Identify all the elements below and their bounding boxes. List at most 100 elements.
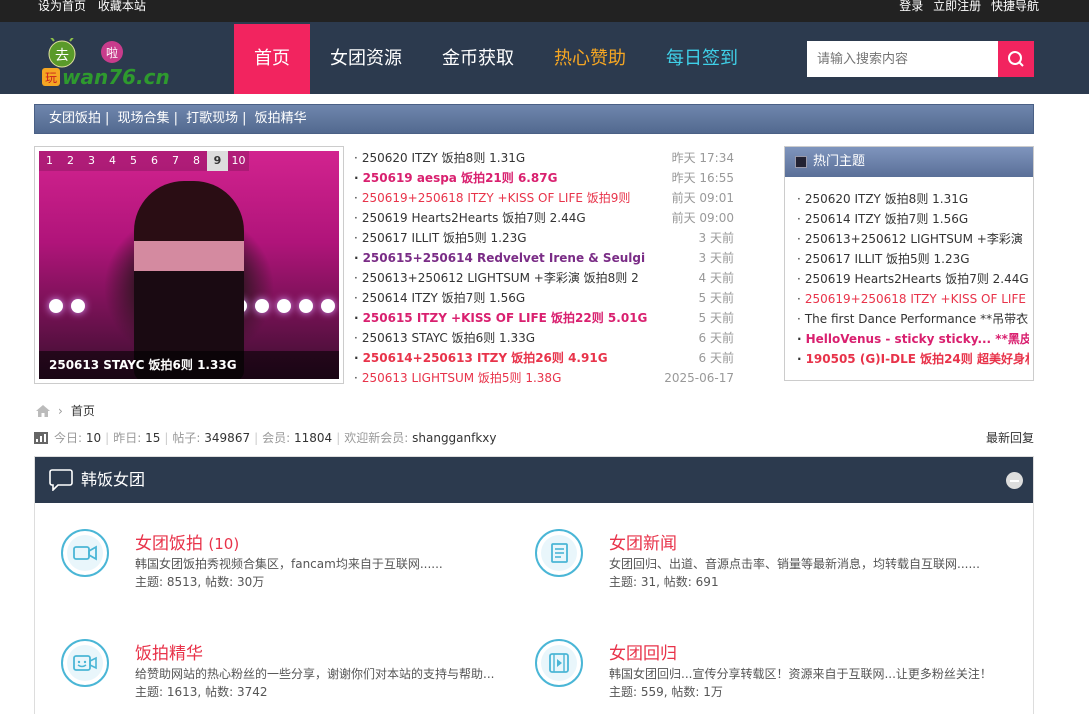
search-icon (1008, 51, 1024, 67)
search-button[interactable] (998, 41, 1034, 77)
slider-page-1[interactable]: 1 (39, 151, 60, 171)
subnav-item-fancam-best[interactable]: 饭拍精华 (255, 111, 307, 126)
board-icon-ring[interactable] (535, 639, 583, 687)
board-icon-ring[interactable] (61, 529, 109, 577)
slider-pagination: 1 2 3 4 5 6 7 8 9 10 (39, 151, 249, 171)
hot-topic-link[interactable]: The first Dance Performance **吊带衣 (797, 309, 1029, 329)
search-box (807, 41, 1034, 77)
hot-topics-icon (795, 156, 807, 168)
forum-section-title: 韩饭女团 (81, 470, 146, 489)
nav-item-2[interactable]: 金币获取 (422, 24, 534, 94)
logo-char-qu: 去 (55, 48, 69, 64)
board-name[interactable]: 女团新闻 (609, 534, 677, 554)
forum-board: 女团回归 韩国女团回归...宣传分享转载区！资源来自于互联网...让更多粉丝关注… (535, 639, 992, 699)
nav-item-3[interactable]: 热心赞助 (534, 24, 646, 94)
hot-topic-link[interactable]: 250617 ILLIT 饭拍5则 1.23G (797, 249, 1029, 269)
thread-title-link[interactable]: 250613 LIGHTSUM 饭拍5则 1.38G (354, 368, 562, 388)
thread-title-link[interactable]: 250615+250614 Redvelvet Irene & Seulgi (354, 248, 646, 268)
board-name-link[interactable]: 女团新闻 (609, 529, 677, 554)
thread-title-link[interactable]: 250619+250618 ITZY +KISS OF LIFE 饭拍9则 (354, 188, 631, 208)
board-icon-ring[interactable] (61, 639, 109, 687)
slider-page-3[interactable]: 3 (81, 151, 102, 171)
stats-summary: 今日: 10 | 昨日: 15 | 帖子: 349867 | 会员: 11804 | 欢迎新会员… (34, 429, 497, 446)
quick-nav-link[interactable]: 快捷导航 (991, 0, 1039, 13)
pipe: | (164, 431, 169, 445)
login-link[interactable]: 登录 (899, 0, 923, 13)
board-name[interactable]: 女团回归 (609, 644, 677, 664)
thread-title-link[interactable]: 250617 ILLIT 饭拍5则 1.23G (354, 228, 527, 248)
hot-topic-link[interactable]: 250613+250612 LIGHTSUM +李彩演 (797, 229, 1029, 249)
thread-title-link[interactable]: 250613 STAYC 饭拍6则 1.33G (354, 328, 535, 348)
nav-item-4[interactable]: 每日签到 (646, 24, 758, 94)
set-homepage-link[interactable]: 设为首页 (38, 0, 86, 13)
board-name-link[interactable]: 饭拍精华 (135, 639, 203, 664)
thread-date: 5 天前 (698, 291, 734, 305)
board-name[interactable]: 饭拍精华 (135, 644, 203, 664)
register-link[interactable]: 立即注册 (933, 0, 981, 13)
slider-page-4[interactable]: 4 (102, 151, 123, 171)
slider-page-8[interactable]: 8 (186, 151, 207, 171)
subnav-item-music-show[interactable]: 打歌现场 (186, 111, 238, 126)
subnav-separator: | (173, 111, 178, 126)
subnav-item-live-collection[interactable]: 现场合集 (118, 111, 170, 126)
search-input[interactable] (807, 41, 998, 77)
thread-title-link[interactable]: 250619 Hearts2Hearts 饭拍7则 2.44G (354, 208, 586, 228)
hot-topic-link[interactable]: 250619+250618 ITZY +KISS OF LIFE (797, 289, 1029, 309)
slider-page-7[interactable]: 7 (165, 151, 186, 171)
slider-page-5[interactable]: 5 (123, 151, 144, 171)
slider-page-6[interactable]: 6 (144, 151, 165, 171)
yesterday-count: 15 (145, 431, 161, 445)
thread-date: 6 天前 (698, 331, 734, 345)
home-icon[interactable] (36, 404, 50, 417)
thread-title-link[interactable]: 250614 ITZY 饭拍7则 1.56G (354, 288, 525, 308)
hot-topics-title: 热门主题 (813, 154, 866, 169)
hot-topic-link[interactable]: HelloVenus - sticky sticky... **黑皮裤 (797, 329, 1029, 349)
list-item: 250615+250614 Redvelvet Irene & Seulgi 3 … (354, 248, 734, 268)
board-posts: 3742 (236, 685, 268, 699)
subnav-item-fancam[interactable]: 女团饭拍 (49, 111, 101, 126)
chat-bubble-icon (49, 469, 73, 491)
board-posts-label: 帖数: (663, 575, 692, 589)
thread-title-link[interactable]: 250614+250613 ITZY 饭拍26则 4.91G (354, 348, 608, 368)
slider-page-2[interactable]: 2 (60, 151, 81, 171)
forum-section: 韩饭女团 女团饭拍 (10) 韩国女团饭拍秀视频合集区，fancam均来自于互联网… (34, 456, 1034, 714)
breadcrumb-home[interactable]: 首页 (71, 402, 95, 419)
slider-page-9[interactable]: 9 (207, 151, 228, 171)
pipe: | (105, 431, 110, 445)
main-nav: 首页 女团资源 金币获取 热心赞助 每日签到 (234, 24, 758, 94)
collapse-toggle-icon[interactable] (1006, 472, 1023, 489)
slider-image[interactable]: 1 2 3 4 5 6 7 8 9 10 250613 STAYC 饭拍6则 1.33G (39, 151, 339, 379)
board-name-link[interactable]: 女团饭拍 (10) (135, 529, 239, 554)
board-name[interactable]: 女团饭拍 (135, 534, 203, 554)
slider-page-10[interactable]: 10 (228, 151, 249, 171)
posts-label: 帖子: (172, 431, 201, 445)
board-topics: 1613 (166, 685, 198, 699)
slider-caption[interactable]: 250613 STAYC 饭拍6则 1.33G (39, 351, 339, 379)
pipe: | (254, 431, 259, 445)
thread-title-link[interactable]: 250620 ITZY 饭拍8则 1.31G (354, 148, 525, 168)
thread-title-link[interactable]: 250615 ITZY +KISS OF LIFE 饭拍22则 5.01G (354, 308, 648, 328)
nav-item-0[interactable]: 首页 (234, 24, 310, 94)
today-label: 今日: (54, 431, 83, 445)
hot-topic-link[interactable]: 250614 ITZY 饭拍7则 1.56G (797, 209, 1029, 229)
list-item: 250613+250612 LIGHTSUM +李彩演 饭拍8则 2 4 天前 (354, 268, 734, 288)
members-label: 会员: (262, 431, 291, 445)
hot-topic-link[interactable]: 250619 Hearts2Hearts 饭拍7则 2.44G (797, 269, 1029, 289)
header: 去 啦 玩 wan76.cn 首页 女团资源 金币获取 热心赞助 每日签到 (0, 22, 1089, 94)
site-logo[interactable]: 去 啦 玩 wan76.cn (40, 38, 180, 88)
thread-title-link[interactable]: 250619 aespa 饭拍21则 6.87G (354, 168, 558, 188)
subnav-separator: | (242, 111, 247, 126)
hot-topic-link[interactable]: 190505 (G)I-DLE 饭拍24则 超美好身材 (797, 349, 1029, 369)
thread-title-link[interactable]: 250613+250612 LIGHTSUM +李彩演 饭拍8则 2 (354, 268, 639, 288)
bookmark-link[interactable]: 收藏本站 (98, 0, 146, 13)
board-posts: 691 (695, 575, 719, 589)
hot-topic-link[interactable]: 250620 ITZY 饭拍8则 1.31G (797, 189, 1029, 209)
forum-board: 女团新闻 女团回归、出道、音源点击率、销量等最新消息，均转载自互联网......… (535, 529, 980, 589)
latest-reply-link[interactable]: 最新回复 (986, 429, 1034, 446)
newest-member-link[interactable]: shangganfkxy (412, 431, 496, 445)
board-icon-ring[interactable] (535, 529, 583, 577)
thread-date: 6 天前 (698, 351, 734, 365)
nav-item-1[interactable]: 女团资源 (310, 24, 422, 94)
board-name-link[interactable]: 女团回归 (609, 639, 677, 664)
board-new-count: (10) (208, 535, 240, 553)
